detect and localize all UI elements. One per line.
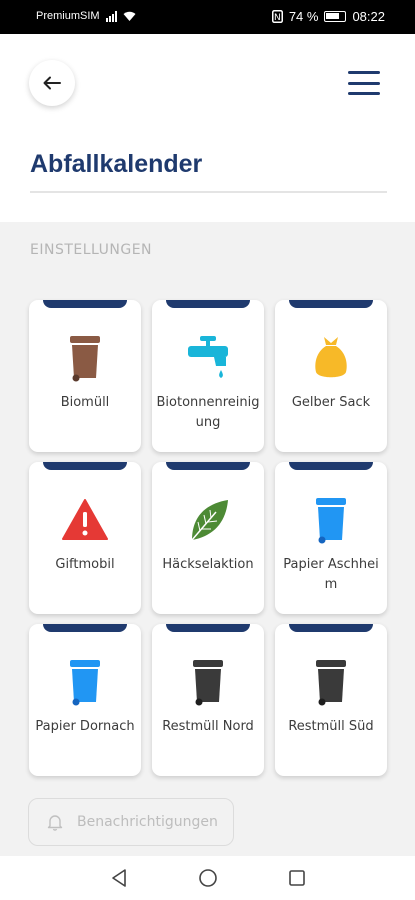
- card-tab: [289, 300, 373, 308]
- card-label: Papier Aschheim: [283, 557, 379, 592]
- signal-icon: [105, 10, 117, 22]
- card-label: Restmüll Nord: [162, 719, 254, 734]
- card-gelber-sack[interactable]: Gelber Sack: [275, 300, 387, 452]
- card-tab: [166, 624, 250, 632]
- card-label: Biotonnenreinigung: [156, 395, 260, 430]
- card-label: Gelber Sack: [291, 395, 371, 410]
- card-tab: [43, 462, 127, 470]
- leaf-icon: [191, 500, 228, 541]
- section-label: EINSTELLUNGEN: [30, 242, 153, 258]
- header: Abfallkalender: [0, 34, 415, 222]
- svg-text:N: N: [274, 13, 281, 23]
- card-tab: [43, 624, 127, 632]
- waste-type-grid: Biomüll Biotonnenreinigung Gelber Sack G…: [29, 300, 387, 776]
- title-divider: [30, 191, 387, 193]
- water-tap-icon: [188, 336, 228, 378]
- blue-bin-icon: [70, 660, 100, 706]
- battery-percent: 74 %: [288, 9, 319, 24]
- battery-icon: [324, 11, 347, 22]
- card-biotonnenreinigung[interactable]: Biotonnenreinigung: [152, 300, 264, 452]
- hamburger-icon: [348, 71, 380, 74]
- clock: 08:22: [352, 9, 385, 24]
- brown-bin-icon: [70, 336, 100, 382]
- warning-icon: [62, 499, 108, 540]
- wifi-icon: [123, 11, 136, 21]
- card-giftmobil[interactable]: Giftmobil: [29, 462, 141, 614]
- card-label: Biomüll: [60, 395, 110, 410]
- yellow-bag-icon: [315, 337, 347, 378]
- card-tab: [166, 462, 250, 470]
- status-bar: PremiumSIM N 74 % 08:22: [0, 0, 415, 34]
- card-label: Giftmobil: [55, 557, 115, 572]
- home-circle-icon[interactable]: [198, 868, 218, 888]
- carrier-name: PremiumSIM: [36, 10, 100, 22]
- bell-icon: [47, 815, 63, 831]
- blue-bin-icon: [316, 498, 346, 544]
- card-biomuell[interactable]: Biomüll: [29, 300, 141, 452]
- hamburger-line: [348, 81, 380, 85]
- card-tab: [289, 624, 373, 632]
- menu-button[interactable]: [346, 68, 382, 98]
- card-restmuell-sued[interactable]: Restmüll Süd: [275, 624, 387, 776]
- card-label: Papier Dornach: [35, 719, 135, 734]
- card-papier-dornach[interactable]: Papier Dornach: [29, 624, 141, 776]
- back-button[interactable]: [29, 60, 75, 106]
- card-haeckselaktion[interactable]: Häckselaktion: [152, 462, 264, 614]
- card-papier-aschheim[interactable]: Papier Aschheim: [275, 462, 387, 614]
- card-label: Restmüll Süd: [288, 719, 374, 734]
- black-bin-icon: [316, 660, 346, 706]
- notifications-label: Benachrichtigungen: [77, 814, 218, 830]
- card-tab: [289, 462, 373, 470]
- status-bar-right: N 74 % 08:22: [271, 9, 385, 24]
- black-bin-icon: [193, 660, 223, 706]
- card-label: Häckselaktion: [162, 557, 254, 572]
- card-tab: [166, 300, 250, 308]
- page-title: Abfallkalender: [30, 150, 203, 178]
- system-nav-bar: [0, 856, 415, 900]
- card-tab: [43, 300, 127, 308]
- back-triangle-icon[interactable]: [110, 868, 128, 888]
- status-bar-left: PremiumSIM: [36, 10, 136, 22]
- recents-square-icon[interactable]: [288, 869, 306, 887]
- card-restmuell-nord[interactable]: Restmüll Nord: [152, 624, 264, 776]
- nfc-icon: N: [271, 10, 283, 23]
- hamburger-line: [348, 92, 380, 95]
- notifications-button[interactable]: Benachrichtigungen: [28, 798, 234, 846]
- arrow-left-icon: [43, 76, 61, 90]
